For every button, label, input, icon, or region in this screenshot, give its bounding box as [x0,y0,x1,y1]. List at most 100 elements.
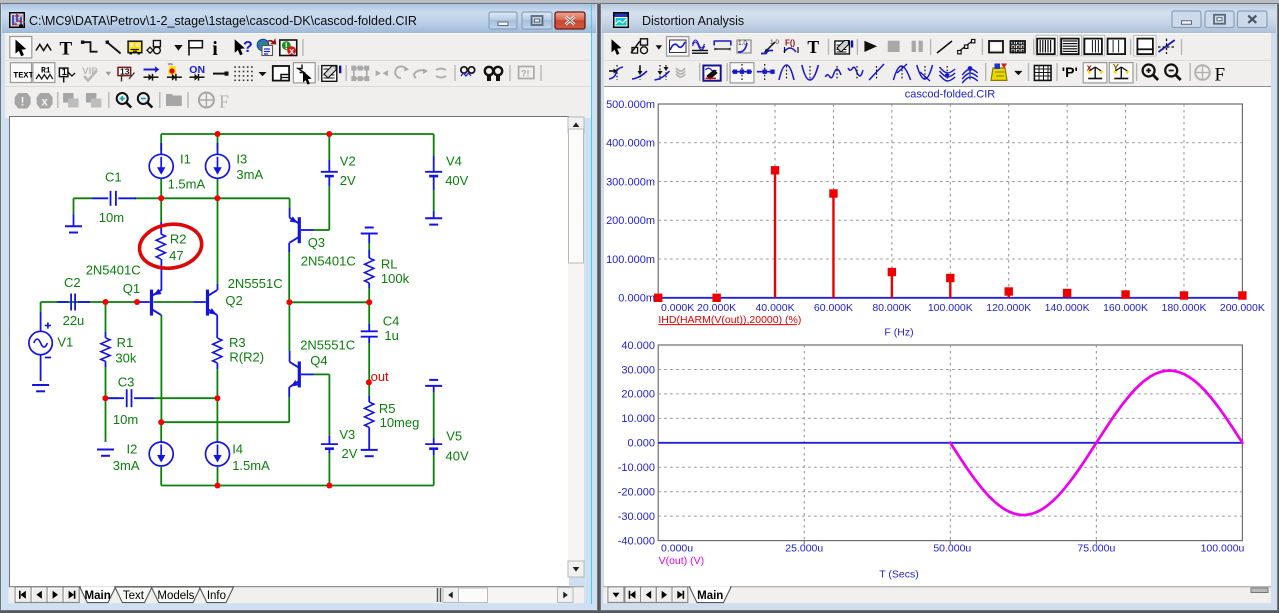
svg-text:80.000K: 80.000K [872,302,911,314]
svg-text:100k: 100k [381,271,410,286]
svg-text:?: ? [243,39,253,56]
svg-text:20.000K: 20.000K [697,302,736,314]
svg-text:I1: I1 [180,152,191,167]
svg-text:F(): F() [785,39,796,48]
svg-text:Models: Models [157,590,194,602]
svg-text:Q4: Q4 [310,353,327,368]
svg-text:C4: C4 [383,313,400,328]
svg-text:Info: Info [207,590,226,602]
svg-text:-20.000: -20.000 [618,487,655,499]
svg-text:2N5401C: 2N5401C [301,253,356,268]
svg-text:100.000m: 100.000m [606,254,655,266]
svg-text:10.000: 10.000 [621,413,655,425]
svg-text:R1: R1 [117,335,134,350]
svg-text:cascod-folded.CIR: cascod-folded.CIR [905,89,996,101]
svg-text:C2: C2 [64,275,81,290]
svg-text:R1: R1 [41,66,51,75]
svg-text:T: T [60,39,73,60]
svg-text:25.000u: 25.000u [785,543,823,555]
svg-text:Main: Main [697,590,723,602]
svg-text:Q3: Q3 [308,235,325,250]
svg-text:3mA: 3mA [236,167,263,182]
svg-text:120.000K: 120.000K [986,302,1031,314]
svg-text:0.000: 0.000 [627,438,655,450]
svg-text:I3: I3 [236,152,247,167]
svg-text:V2: V2 [340,154,356,169]
svg-text:500.000m: 500.000m [606,99,655,111]
svg-text:400.000m: 400.000m [606,138,655,150]
svg-text:3mA: 3mA [113,458,140,473]
svg-text:75.000u: 75.000u [1077,543,1115,555]
svg-text:1u: 1u [384,328,398,343]
svg-text:2V: 2V [342,446,358,461]
svg-text:40V: 40V [445,173,468,188]
svg-text:T (Secs): T (Secs) [879,569,918,581]
svg-text:40.000: 40.000 [621,340,655,352]
svg-text:100.000u: 100.000u [1201,543,1245,555]
svg-text:2V: 2V [340,173,356,188]
svg-text:300.000m: 300.000m [606,176,655,188]
svg-text:200.000K: 200.000K [1220,302,1265,314]
svg-text:IHD(HARM(V(out)),20000) (%): IHD(HARM(V(out)),20000) (%) [658,314,801,326]
svg-text:T: T [807,37,819,57]
svg-text:2N5551C: 2N5551C [300,338,355,353]
svg-text:2N5401C: 2N5401C [86,263,141,278]
svg-text:30.000: 30.000 [621,364,655,376]
svg-text:C1: C1 [105,170,122,185]
svg-text:V1: V1 [57,334,73,349]
svg-text:-30.000: -30.000 [618,511,655,523]
svg-text:Q2: Q2 [225,293,242,308]
svg-text:R(R2): R(R2) [229,350,264,365]
svg-text:F: F [1215,65,1226,86]
svg-text:!: ! [21,96,25,108]
svg-text:10m: 10m [113,412,138,427]
svg-text:R2: R2 [170,232,187,247]
svg-text:!: ! [285,41,288,51]
svg-text:x: x [289,46,294,56]
svg-text:20.000: 20.000 [621,389,655,401]
svg-text:'P': 'P' [1062,64,1078,80]
svg-text:V5: V5 [446,429,462,444]
svg-text:0.000K: 0.000K [661,302,694,314]
svg-text:10meg: 10meg [380,415,420,430]
svg-text:V4: V4 [446,154,462,169]
svg-text:200.000m: 200.000m [606,215,655,227]
svg-text:-40.000: -40.000 [618,535,655,547]
svg-text:I4: I4 [232,442,243,457]
svg-text:F: F [219,92,229,112]
svg-text:R5: R5 [379,401,396,416]
svg-text:60.000K: 60.000K [814,302,853,314]
svg-text:Text: Text [123,590,145,602]
svg-text:V(out) (V): V(out) (V) [659,555,705,567]
svg-text:30k: 30k [115,351,136,366]
svg-text:0.000u: 0.000u [661,543,693,555]
svg-text:13: 13 [120,66,130,76]
svg-text:160.000K: 160.000K [1103,302,1148,314]
svg-text:1.5mA: 1.5mA [232,458,270,473]
svg-text:2N5551C: 2N5551C [228,276,283,291]
svg-text:Main: Main [85,590,111,602]
svg-text:1.5mA: 1.5mA [168,177,206,192]
svg-text:47: 47 [169,248,183,263]
svg-text:RL: RL [381,257,398,272]
svg-text:ON: ON [189,64,205,76]
svg-text:i: i [212,38,218,60]
svg-text:1: 1 [62,67,67,77]
svg-text:F (Hz): F (Hz) [884,326,913,338]
svg-text:?!: ?! [521,69,530,79]
svg-text:TEXT: TEXT [13,70,33,80]
svg-text:40V: 40V [446,449,469,464]
svg-text:-10.000: -10.000 [618,462,655,474]
svg-text:I2: I2 [127,442,138,457]
svg-text:22u: 22u [63,313,85,328]
svg-text:50.000u: 50.000u [933,543,971,555]
svg-text:140.000K: 140.000K [1045,302,1090,314]
svg-text:10m: 10m [99,210,124,225]
svg-text:out: out [371,369,389,384]
svg-text:R3: R3 [229,335,246,350]
svg-text:V3: V3 [339,427,355,442]
svg-text:C3: C3 [118,374,135,389]
svg-text:Q1: Q1 [123,281,140,296]
svg-text:180.000K: 180.000K [1161,302,1206,314]
svg-text:0.000m: 0.000m [618,293,655,305]
